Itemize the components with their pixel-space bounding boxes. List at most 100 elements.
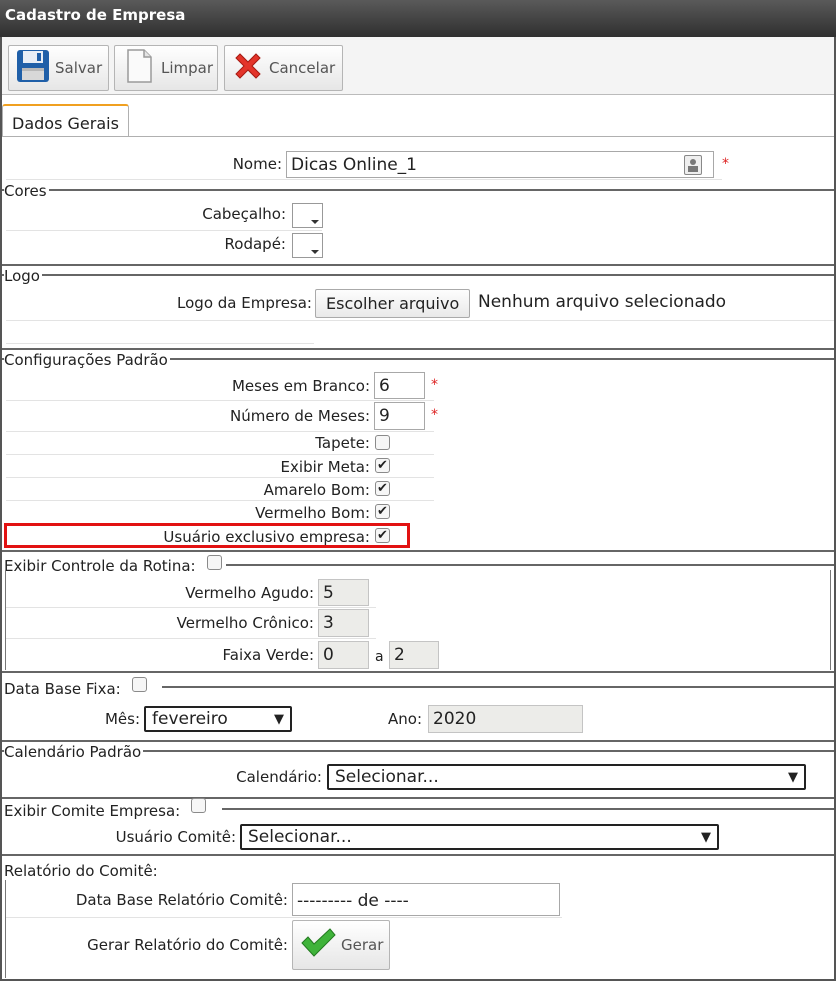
calendario-value: Selecionar... [335, 767, 439, 787]
exibir-meta-label: Exibir Meta: [280, 458, 370, 476]
section-line [2, 264, 834, 266]
amarelo-bom-label: Amarelo Bom: [263, 481, 370, 499]
cancel-button-label: Cancelar [269, 59, 336, 77]
mes-select[interactable]: fevereiro ▼ [144, 706, 292, 732]
usuario-comite-value: Selecionar... [248, 827, 352, 847]
tab-divider [2, 136, 834, 137]
row-separator [6, 638, 376, 639]
data-base-fixa-checkbox[interactable] [132, 677, 147, 692]
section-line [2, 854, 834, 856]
meses-branco-input[interactable]: 6 [374, 372, 425, 399]
data-base-relatorio-label: Data Base Relatório Comitê: [75, 891, 288, 909]
clear-button-label: Limpar [161, 59, 214, 77]
row-separator [6, 343, 314, 344]
exibir-meta-checkbox[interactable]: ✔ [375, 458, 390, 473]
dropdown-arrow-icon [311, 220, 319, 224]
section-line [2, 550, 834, 552]
meses-branco-label: Meses em Branco: [231, 377, 370, 395]
vermelho-cronico-label: Vermelho Crônico: [176, 614, 314, 632]
row-separator [6, 917, 562, 918]
vermelho-agudo-input[interactable]: 5 [318, 579, 369, 606]
gerar-button-label: Gerar [341, 936, 384, 954]
calendario-label: Calendário: [236, 768, 322, 786]
cancel-button[interactable]: Cancelar [224, 45, 343, 91]
save-button[interactable]: Salvar [8, 45, 109, 91]
vermelho-cronico-input[interactable]: 3 [318, 609, 369, 637]
dropdown-arrow-icon [311, 250, 319, 254]
amarelo-bom-checkbox[interactable]: ✔ [375, 481, 390, 496]
exibir-comite-checkbox[interactable] [191, 798, 206, 813]
row-separator [6, 454, 434, 455]
row-separator [6, 500, 434, 501]
footer-color-picker[interactable] [292, 233, 323, 258]
numero-meses-label: Número de Meses: [230, 407, 370, 425]
vermelho-agudo-label: Vermelho Agudo: [185, 584, 314, 602]
header-color-label: Cabeçalho: [202, 205, 286, 223]
caret-down-icon: ▼ [788, 769, 798, 785]
section-line [2, 348, 834, 350]
floppy-disk-icon [15, 48, 51, 88]
faixa-verde-to-input[interactable]: 2 [389, 641, 439, 669]
logo-label: Logo da Empresa: [177, 294, 312, 312]
red-x-icon [231, 49, 265, 87]
section-title-config: Configurações Padrão [4, 351, 170, 369]
footer-color-label: Rodapé: [224, 235, 286, 253]
data-base-relatorio-input[interactable]: --------- de ---- [292, 883, 560, 916]
tapete-label: Tapete: [315, 434, 370, 452]
choose-file-button[interactable]: Escolher arquivo [315, 289, 471, 318]
section-border [830, 570, 831, 670]
row-separator [6, 431, 434, 432]
name-input[interactable]: Dicas Online_1 [286, 151, 714, 178]
name-required-mark: * [722, 156, 729, 172]
row-separator [6, 179, 722, 180]
gerar-relatorio-label: Gerar Relatório do Comitê: [87, 936, 288, 954]
section-title-comite: Exibir Comite Empresa: [4, 802, 183, 820]
ano-input[interactable]: 2020 [428, 705, 583, 733]
section-line-cores [2, 189, 834, 191]
section-line-data-base [162, 686, 834, 688]
numero-meses-input[interactable]: 9 [374, 402, 425, 430]
section-line-logo [2, 274, 834, 276]
caret-down-icon: ▼ [274, 711, 284, 727]
header-color-picker[interactable] [292, 203, 323, 228]
vermelho-bom-label: Vermelho Bom: [255, 504, 370, 522]
save-button-label: Salvar [55, 59, 103, 77]
numero-meses-required-mark: * [431, 407, 438, 423]
section-title-calendario: Calendário Padrão [4, 743, 144, 761]
exibir-rotina-checkbox[interactable] [207, 555, 222, 570]
meses-branco-required-mark: * [431, 377, 438, 393]
row-separator [6, 230, 322, 231]
green-check-icon [299, 927, 337, 963]
mes-label: Mês: [104, 710, 140, 728]
file-status: Nenhum arquivo selecionado [478, 292, 727, 312]
clear-button[interactable]: Limpar [114, 45, 218, 91]
input-contact-icon[interactable] [684, 155, 702, 175]
check-icon: ✔ [377, 458, 388, 473]
tapete-checkbox[interactable] [375, 435, 390, 450]
row-separator [6, 607, 376, 608]
check-icon: ✔ [377, 504, 388, 519]
usuario-comite-select[interactable]: Selecionar... ▼ [240, 824, 719, 850]
section-line [2, 671, 834, 673]
section-title-logo: Logo [4, 267, 42, 285]
highlight-box [4, 523, 410, 548]
section-line [2, 740, 834, 742]
section-title-data-base: Data Base Fixa: [4, 680, 123, 698]
tab-dados-gerais[interactable]: Dados Gerais [2, 104, 129, 137]
window-title: Cadastro de Empresa [0, 0, 836, 37]
faixa-verde-label: Faixa Verde: [222, 646, 314, 664]
gerar-button[interactable]: Gerar [292, 920, 390, 970]
blank-page-icon [121, 48, 157, 88]
calendario-select[interactable]: Selecionar... ▼ [327, 764, 806, 790]
row-separator [6, 477, 434, 478]
caret-down-icon: ▼ [701, 829, 711, 845]
section-border [5, 570, 6, 670]
name-label: Nome: [232, 155, 282, 173]
ano-label: Ano: [388, 710, 422, 728]
section-border [5, 880, 6, 978]
row-separator [6, 320, 834, 321]
vermelho-bom-checkbox[interactable]: ✔ [375, 504, 390, 519]
section-title-cores: Cores [4, 182, 49, 200]
faixa-verde-from-input[interactable]: 0 [318, 641, 369, 669]
section-title-rotina: Exibir Controle da Rotina: [4, 557, 198, 575]
